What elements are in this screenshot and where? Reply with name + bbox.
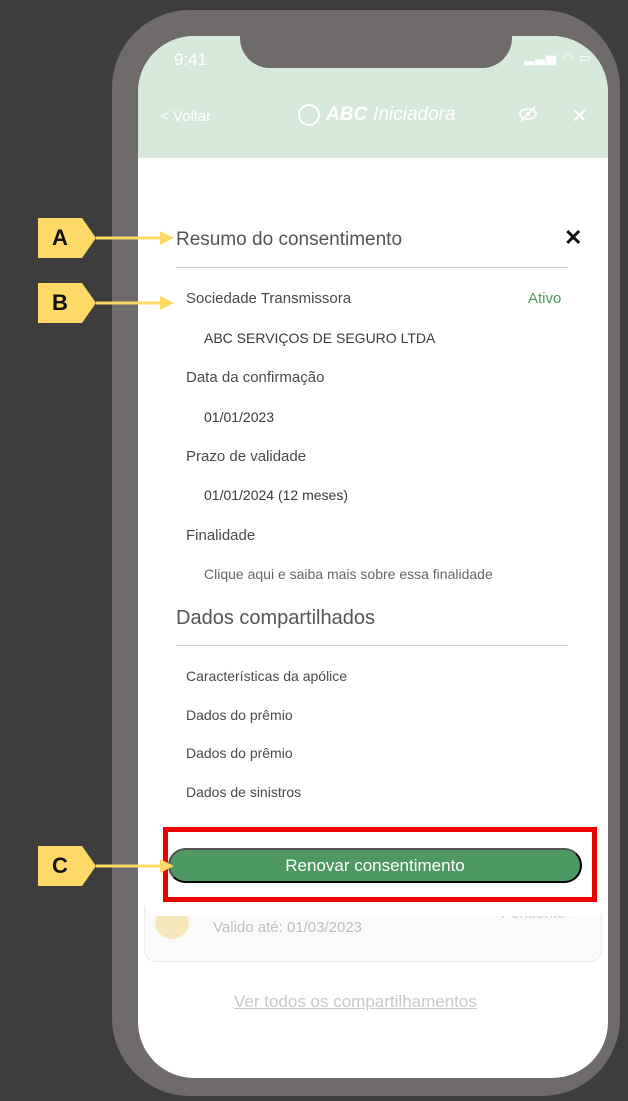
brand-light: Iniciadora [373, 104, 456, 125]
shared-item: Características da apólice [186, 668, 348, 684]
shared-item: Dados de sinistros [186, 784, 302, 800]
phone-notch [240, 36, 512, 68]
title-divider [176, 267, 568, 268]
status-time: 9:41 [174, 50, 208, 69]
header-close-icon[interactable]: × [572, 100, 587, 131]
confirmation-date: 01/01/2023 [204, 409, 275, 425]
phone-screen: 9:41 ▂▃▅ ◠ ▭ < Voltar ABC Iniciadora × Va… [138, 36, 608, 1078]
modal-title: Resumo do consentimento [176, 229, 403, 250]
shared-divider [176, 645, 568, 646]
shared-data-title: Dados compartilhados [176, 607, 375, 629]
purpose-label: Finalidade [186, 527, 256, 544]
card-valid-until: Valido até: 01/03/2023 [213, 919, 363, 936]
annotation-arrow-a [82, 218, 174, 258]
institution-label: Sociedade Transmissora [186, 290, 352, 307]
shared-item: Dados do prêmio [186, 707, 293, 723]
brand-logo: ABC Iniciadora [298, 104, 456, 126]
annotation-tag-a: A [38, 218, 82, 258]
brand-bold: ABC [326, 104, 368, 125]
validity-value: 01/01/2024 (12 meses) [204, 487, 348, 503]
signal-wifi-battery-icon: ▂▃▅ ◠ ▭ [524, 50, 592, 65]
annotation-tag-b: B [38, 283, 82, 323]
status-badge: Ativo [528, 290, 562, 307]
validity-label: Prazo de validade [186, 448, 307, 465]
renew-consent-button[interactable]: Renovar consentimento [168, 848, 582, 883]
annotation-arrow-c [82, 846, 174, 886]
annotation-tag-c: C [38, 846, 82, 886]
brand-logo-icon [298, 104, 320, 126]
see-all-shares-link[interactable]: Ver todos os compartilhamentos [234, 992, 477, 1012]
shared-item: Dados do prêmio [186, 745, 293, 761]
consent-summary-modal: Resumo do consentimento ✕ Sociedade Tran… [144, 194, 608, 916]
eye-slash-icon[interactable] [518, 106, 538, 127]
close-icon[interactable]: ✕ [564, 225, 582, 251]
back-button[interactable]: < Voltar [160, 108, 211, 125]
purpose-link[interactable]: Clique aqui e saiba mais sobre essa fina… [204, 566, 493, 582]
institution-name: ABC SERVIÇOS DE SEGURO LTDA [204, 330, 436, 346]
confirmation-label: Data da confirmação [186, 369, 325, 386]
annotation-arrow-b [82, 283, 174, 323]
